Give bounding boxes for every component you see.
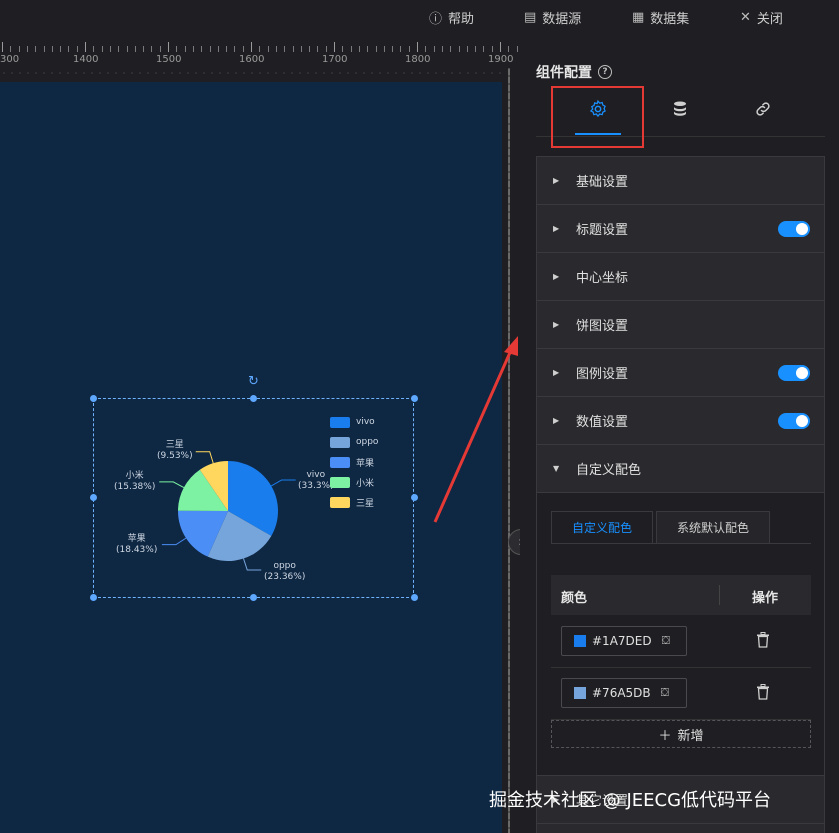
custom-color-body: 自定义配色 系统默认配色 颜色 操作 #1A7DED ⛋ #76A5DB ⛋ ＋… bbox=[537, 493, 824, 776]
trash-icon[interactable] bbox=[756, 632, 770, 648]
watermark: 掘金技术社区 @ JEECG低代码平台 bbox=[489, 790, 772, 811]
ruler-tick bbox=[508, 46, 510, 52]
panel-title: 组件配置 ? bbox=[536, 62, 612, 82]
pie-label-vivo: vivo (33.3%) bbox=[298, 470, 334, 491]
add-color-button[interactable]: ＋ 新增 bbox=[551, 720, 811, 748]
plus-icon: ＋ bbox=[658, 728, 672, 744]
chart-legend: vivo oppo 苹果 小米 三星 bbox=[330, 412, 378, 512]
section-basic[interactable]: ▶ 基础设置 bbox=[537, 157, 824, 205]
legend-swatch bbox=[330, 416, 350, 428]
caret-down-icon: ▼ bbox=[553, 464, 560, 473]
legend-item: 苹果 bbox=[330, 452, 378, 472]
color-row: #76A5DB ⛋ bbox=[551, 669, 811, 720]
pie-chart bbox=[159, 451, 296, 571]
close-icon: ✕ bbox=[740, 10, 751, 25]
legend-toggle[interactable] bbox=[778, 364, 810, 381]
database-icon bbox=[674, 101, 686, 116]
paint-bucket-icon: ⛋ bbox=[661, 634, 670, 647]
section-custom-color[interactable]: ▼ 自定义配色 bbox=[537, 445, 824, 493]
dataset-icon: ▦ bbox=[632, 10, 645, 25]
caret-right-icon: ▶ bbox=[553, 320, 560, 329]
title-toggle[interactable] bbox=[778, 220, 810, 237]
legend-swatch bbox=[330, 476, 350, 488]
caret-right-icon: ▶ bbox=[553, 416, 560, 425]
pie-leader-line-4 bbox=[195, 451, 214, 464]
datasource-icon: ▤ bbox=[524, 10, 537, 25]
caret-right-icon: ▶ bbox=[553, 224, 560, 233]
legend-item: vivo bbox=[330, 412, 378, 432]
section-value[interactable]: ▶ 数值设置 bbox=[537, 397, 824, 445]
dataset-button[interactable]: ▦ 数据集 bbox=[632, 8, 689, 27]
caret-right-icon: ▶ bbox=[553, 176, 560, 185]
caret-right-icon: ▶ bbox=[553, 368, 560, 377]
pie-leader-line-1 bbox=[243, 558, 262, 571]
settings-accordion: ▶ 基础设置 ▶ 标题设置 ▶ 中心坐标 ▶ 饼图设置 ▶ 图例设置 ▶ 数值设… bbox=[536, 156, 825, 833]
section-title[interactable]: ▶ 标题设置 bbox=[537, 205, 824, 253]
subtab-custom-color[interactable]: 自定义配色 bbox=[551, 511, 653, 543]
close-button[interactable]: ✕ 关闭 bbox=[740, 8, 783, 27]
pie-leader-line-0 bbox=[271, 479, 296, 487]
caret-right-icon: ▶ bbox=[553, 272, 560, 281]
color-picker[interactable]: #1A7DED ⛋ bbox=[561, 626, 687, 656]
pie-label-samsung: 三星 (9.53%) bbox=[157, 440, 193, 461]
tab-data-settings[interactable] bbox=[660, 94, 700, 124]
ruler-tick bbox=[516, 46, 518, 52]
legend-swatch bbox=[330, 496, 350, 508]
value-toggle[interactable] bbox=[778, 412, 810, 429]
section-pie[interactable]: ▶ 饼图设置 bbox=[537, 301, 824, 349]
pie-leader-line-3 bbox=[159, 481, 185, 488]
color-subtabs: 自定义配色 系统默认配色 bbox=[551, 511, 811, 544]
datasource-button[interactable]: ▤ 数据源 bbox=[524, 8, 581, 27]
link-icon bbox=[756, 102, 770, 116]
legend-item: 三星 bbox=[330, 492, 378, 512]
legend-item: oppo bbox=[330, 432, 378, 452]
color-swatch bbox=[574, 635, 586, 647]
legend-swatch bbox=[330, 436, 350, 448]
legend-swatch bbox=[330, 456, 350, 468]
annotation-arrow bbox=[433, 336, 518, 523]
section-center[interactable]: ▶ 中心坐标 bbox=[537, 253, 824, 301]
color-row: #1A7DED ⛋ bbox=[551, 617, 811, 668]
color-swatch bbox=[574, 687, 586, 699]
subtab-default-color[interactable]: 系统默认配色 bbox=[656, 511, 770, 543]
pie-leader-line-2 bbox=[161, 537, 187, 546]
pie-label-oppo: oppo (23.36%) bbox=[264, 561, 306, 582]
color-picker[interactable]: #76A5DB ⛋ bbox=[561, 678, 687, 708]
pie-label-apple: 苹果 (18.43%) bbox=[116, 534, 158, 555]
paint-bucket-icon: ⛋ bbox=[660, 686, 670, 699]
highlight-box bbox=[551, 86, 644, 148]
pie-label-xiaomi: 小米 (15.38%) bbox=[114, 471, 156, 492]
question-icon[interactable]: ? bbox=[598, 65, 612, 79]
section-legend[interactable]: ▶ 图例设置 bbox=[537, 349, 824, 397]
legend-item: 小米 bbox=[330, 472, 378, 492]
color-table-header: 颜色 操作 bbox=[551, 575, 811, 615]
trash-icon[interactable] bbox=[756, 684, 770, 700]
tab-link-settings[interactable] bbox=[743, 94, 783, 124]
